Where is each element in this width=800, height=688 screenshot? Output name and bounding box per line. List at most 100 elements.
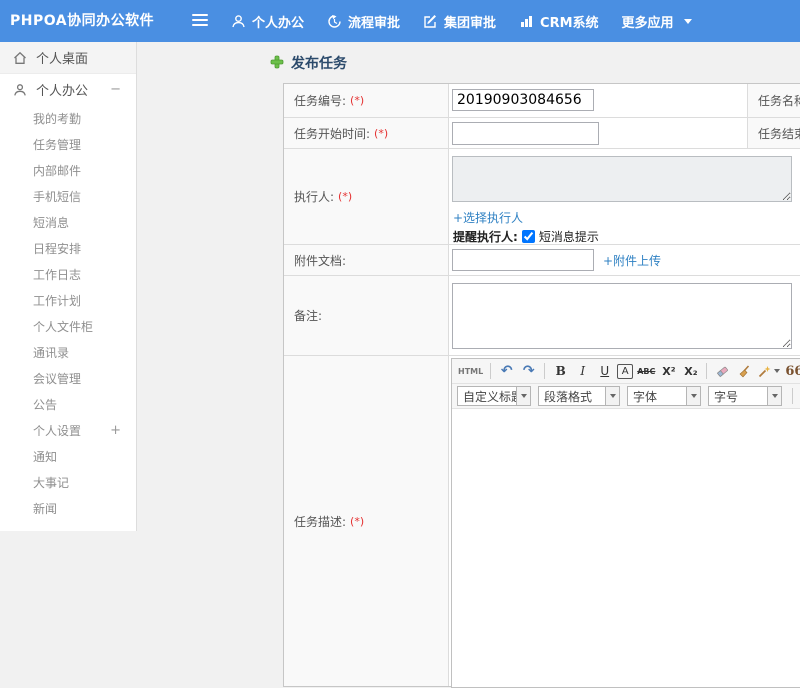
- sidebar-item-personal-desktop[interactable]: 个人桌面: [0, 42, 136, 74]
- blockquote-button[interactable]: 66: [784, 361, 800, 381]
- html-source-button[interactable]: HTML: [457, 361, 484, 381]
- collapse-icon[interactable]: −: [110, 83, 121, 96]
- description-cell: HTML ↶ ↷ B I U A ABC X² X₂ 6 自定义标 段落格式 字…: [449, 356, 800, 688]
- attachment-label: 附件文档:: [284, 245, 449, 275]
- nav-label: CRM系统: [540, 15, 599, 31]
- editor-content[interactable]: [452, 409, 800, 687]
- sidebar-item-notice[interactable]: 通知: [0, 443, 136, 469]
- sidebar-item-personal-office[interactable]: 个人办公 −: [0, 74, 136, 105]
- border-text-button[interactable]: A: [617, 363, 634, 379]
- undo-button[interactable]: ↶: [497, 361, 516, 381]
- nav-group-approval[interactable]: 集团审批: [423, 12, 496, 31]
- format-brush-icon[interactable]: [735, 361, 754, 381]
- sidebar-item-label: 个人文件柜: [33, 319, 94, 334]
- font-size-select[interactable]: 字号: [708, 386, 782, 406]
- end-time-label: 任务结束时间: (*): [747, 118, 800, 148]
- label-text: 任务描述:: [294, 514, 347, 529]
- sidebar-item-label: 会议管理: [33, 371, 82, 386]
- sidebar-item-meeting-management[interactable]: 会议管理: [0, 365, 136, 391]
- sidebar-item-label: 通知: [33, 449, 58, 464]
- executor-cell: +选择执行人 提醒执行人: 短消息提示: [449, 149, 800, 244]
- label-text: 执行人:: [294, 190, 335, 204]
- start-time-input[interactable]: [452, 122, 599, 145]
- remind-label: 提醒执行人:: [453, 230, 518, 244]
- executor-textarea[interactable]: [452, 156, 792, 202]
- page-title-text: 发布任务: [291, 56, 347, 72]
- toolbar-separator: [544, 363, 546, 379]
- sidebar-item-memorabilia[interactable]: 大事记: [0, 469, 136, 495]
- sidebar-item-internal-mail[interactable]: 内部邮件: [0, 157, 136, 183]
- remark-textarea[interactable]: [452, 283, 792, 349]
- sidebar-item-label: 公告: [33, 397, 58, 412]
- sidebar-item-schedule[interactable]: 日程安排: [0, 235, 136, 261]
- required-mark: (*): [338, 190, 353, 203]
- chevron-down-icon: [774, 369, 781, 373]
- sidebar-item-work-plan[interactable]: 工作计划: [0, 287, 136, 313]
- nav-crm[interactable]: CRM系统: [519, 12, 599, 31]
- home-icon: [13, 51, 27, 65]
- nav-personal-office[interactable]: 个人办公: [231, 12, 304, 31]
- sidebar-item-announcement[interactable]: 公告: [0, 391, 136, 417]
- superscript-button[interactable]: X²: [659, 361, 678, 381]
- nav-workflow-approval[interactable]: 流程审批: [327, 12, 400, 31]
- auto-format-icon[interactable]: [757, 361, 781, 381]
- sidebar-item-news[interactable]: 新闻: [0, 495, 136, 521]
- sms-remind-checkbox[interactable]: [521, 230, 535, 243]
- paragraph-format-select[interactable]: 段落格式: [538, 386, 620, 406]
- executor-label: 执行人: (*): [284, 149, 449, 244]
- menu-toggle-icon[interactable]: [192, 14, 208, 28]
- description-label: 任务描述: (*): [284, 356, 449, 686]
- form-row-description: 任务描述: (*) HTML ↶ ↷ B I U A ABC X² X₂ 6 自…: [284, 356, 800, 688]
- required-mark: (*): [374, 126, 389, 140]
- attachment-upload-link[interactable]: +附件上传: [603, 252, 661, 269]
- sidebar-item-label: 个人桌面: [36, 52, 89, 67]
- sidebar-item-label: 通讯录: [33, 345, 70, 360]
- subscript-button[interactable]: X₂: [681, 361, 700, 381]
- underline-button[interactable]: U: [595, 361, 614, 381]
- sidebar-item-short-message[interactable]: 短消息: [0, 209, 136, 235]
- label-text: 任务结束时间:: [758, 126, 800, 141]
- custom-title-select[interactable]: 自定义标题: [457, 386, 531, 406]
- user-icon: [13, 83, 27, 97]
- redo-button[interactable]: ↷: [519, 361, 538, 381]
- expand-icon[interactable]: +: [110, 424, 121, 437]
- sidebar-item-personal-settings[interactable]: 个人设置 +: [0, 417, 136, 443]
- attachment-cell: +附件上传: [449, 245, 800, 275]
- sidebar-item-contacts[interactable]: 通讯录: [0, 339, 136, 365]
- form-row-start-time: 任务开始时间: (*) 任务结束时间: (*): [284, 118, 800, 149]
- bold-button[interactable]: B: [551, 361, 570, 381]
- history-icon: [327, 14, 342, 29]
- task-number-label: 任务编号: (*): [284, 84, 449, 117]
- edit-icon: [423, 14, 438, 29]
- sidebar-item-attendance[interactable]: 我的考勤: [0, 105, 136, 131]
- choose-executor-link[interactable]: +选择执行人: [453, 209, 800, 226]
- form-row-task-number: 任务编号: (*) 任务名称: (*): [284, 84, 800, 118]
- task-number-input[interactable]: [452, 89, 594, 111]
- sidebar-item-label: 个人办公: [36, 84, 89, 99]
- toolbar-separator: [706, 363, 708, 379]
- eraser-icon[interactable]: [713, 361, 732, 381]
- font-family-select[interactable]: 字体: [627, 386, 701, 406]
- start-time-label: 任务开始时间: (*): [284, 118, 449, 148]
- attachment-input[interactable]: [452, 249, 594, 271]
- remark-label: 备注:: [284, 276, 449, 355]
- chevron-down-icon: [605, 387, 619, 405]
- sidebar-item-label: 日程安排: [33, 241, 82, 256]
- label-text: 任务名称:: [758, 94, 800, 108]
- rich-text-editor: HTML ↶ ↷ B I U A ABC X² X₂ 6 自定义标 段落格式 字…: [451, 358, 800, 688]
- sidebar-item-label: 手机短信: [33, 189, 82, 204]
- italic-button[interactable]: I: [573, 361, 592, 381]
- sidebar-item-file-cabinet[interactable]: 个人文件柜: [0, 313, 136, 339]
- sidebar-item-work-log[interactable]: 工作日志: [0, 261, 136, 287]
- chevron-down-icon: [767, 387, 781, 405]
- sidebar-item-label: 我的考勤: [33, 111, 82, 126]
- form-row-attachment: 附件文档: +附件上传: [284, 245, 800, 276]
- sidebar-item-task-management[interactable]: 任务管理: [0, 131, 136, 157]
- sidebar-item-mobile-sms[interactable]: 手机短信: [0, 183, 136, 209]
- strikethrough-button[interactable]: ABC: [636, 361, 656, 381]
- nav-more-apps[interactable]: 更多应用: [622, 12, 692, 31]
- nav-label: 更多应用: [621, 15, 674, 31]
- nav-label: 流程审批: [348, 15, 401, 31]
- label-text: 附件文档:: [294, 253, 347, 268]
- remind-executor-row: 提醒执行人: 短消息提示: [453, 228, 800, 245]
